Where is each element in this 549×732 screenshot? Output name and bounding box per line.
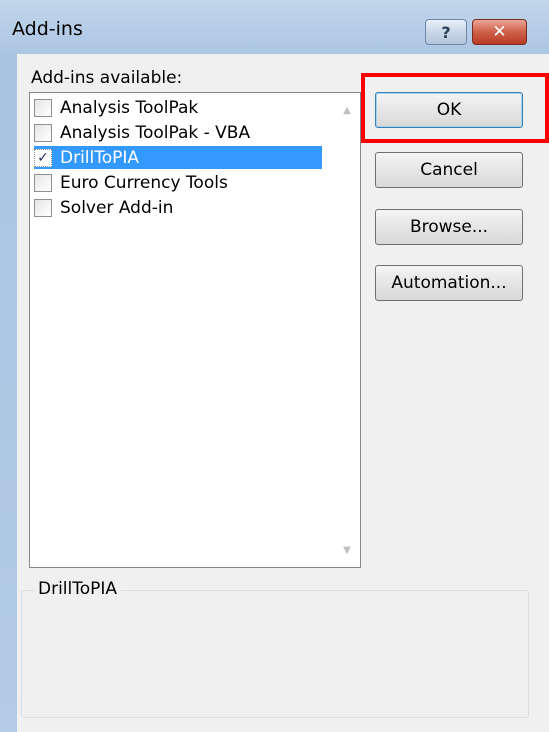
highlight-box [361,73,549,143]
description-title: DrillToPIA [34,579,122,599]
list-item-label: DrillToPIA [60,147,140,168]
checkbox-analysis-toolpak-vba[interactable] [34,123,52,142]
checkmark-icon: ✓ [37,149,49,166]
checkbox-solver-add-in[interactable] [34,198,52,217]
help-icon: ? [441,22,451,42]
checkbox-drilltopia[interactable]: ✓ [34,148,52,167]
checkbox-euro-currency-tools[interactable] [34,173,52,192]
add-ins-dialog: Add-ins ? ✕ Add-ins available: Analysis … [0,0,549,732]
chevron-down-icon[interactable]: ▼ [334,539,360,561]
close-icon: ✕ [492,22,507,42]
list-item-analysis-toolpak-vba[interactable]: Analysis ToolPak - VBA [34,121,322,144]
close-button[interactable]: ✕ [472,19,527,45]
browse-button[interactable]: Browse... [375,209,523,245]
checkbox-analysis-toolpak[interactable] [34,98,52,117]
dialog-title: Add-ins [12,18,83,40]
cancel-button[interactable]: Cancel [375,152,523,188]
list-item-solver-add-in[interactable]: Solver Add-in [34,196,322,219]
list-item-drilltopia[interactable]: ✓ DrillToPIA [34,146,322,169]
add-ins-list[interactable]: Analysis ToolPak Analysis ToolPak - VBA … [29,92,361,568]
list-item-label: Euro Currency Tools [60,172,228,193]
automation-button[interactable]: Automation... [375,265,523,301]
chevron-up-icon[interactable]: ▲ [334,99,360,121]
help-button[interactable]: ? [425,19,467,45]
list-scrollbar[interactable]: ▲ ▼ [334,93,360,567]
list-item-label: Analysis ToolPak [60,97,199,118]
list-item-label: Solver Add-in [60,197,174,218]
dialog-body: Add-ins available: Analysis ToolPak Anal… [17,54,549,732]
list-item-analysis-toolpak[interactable]: Analysis ToolPak [34,96,322,119]
list-item-euro-currency-tools[interactable]: Euro Currency Tools [34,171,322,194]
title-bar: Add-ins ? ✕ [0,0,549,56]
description-groupbox: DrillToPIA [21,579,529,718]
add-ins-available-label: Add-ins available: [31,68,183,88]
list-item-label: Analysis ToolPak - VBA [60,122,251,143]
